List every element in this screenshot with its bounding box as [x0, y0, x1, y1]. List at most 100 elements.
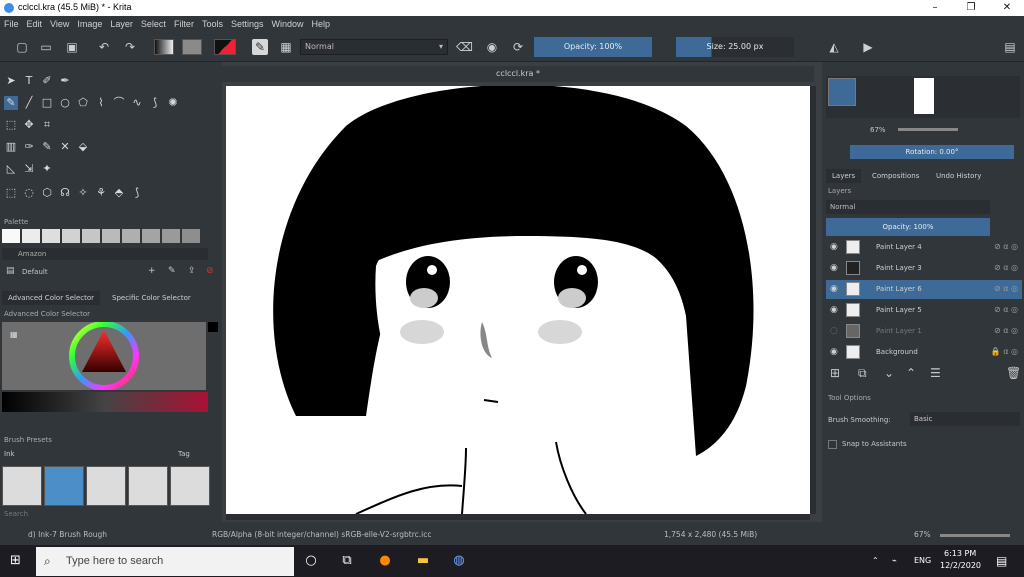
tray-time[interactable]: 6:13 PM — [944, 549, 976, 558]
overview-zoom-slider[interactable] — [898, 128, 958, 131]
bezier-tool-icon[interactable]: ⌒ — [112, 96, 126, 110]
move-down-icon[interactable]: ⌄ — [884, 366, 894, 380]
brush-search-input[interactable]: Search — [4, 510, 28, 518]
eye-icon[interactable]: ◉ — [830, 305, 838, 315]
brush-smoothing-select[interactable]: Basic — [910, 412, 1020, 426]
palette-swatch[interactable] — [122, 229, 140, 243]
maximize-button[interactable]: ❐ — [956, 0, 986, 16]
delete-icon[interactable]: ⊘ — [206, 266, 214, 276]
tab-layers[interactable]: Layers — [826, 169, 862, 183]
menu-settings[interactable]: Settings — [227, 16, 268, 32]
layer-blend-select[interactable]: Normal — [826, 200, 990, 214]
brush-preset-thumb[interactable] — [128, 466, 168, 506]
color-selector[interactable] — [2, 321, 206, 391]
network-icon[interactable]: ⌁ — [892, 556, 897, 565]
menu-help[interactable]: Help — [308, 16, 335, 32]
snap-checkbox[interactable] — [828, 440, 837, 449]
close-button[interactable]: ✕ — [992, 0, 1022, 16]
layer-flags-icon[interactable]: ⊘ α ◎ — [994, 326, 1018, 335]
canvas-vertical-scrollbar[interactable] — [810, 86, 816, 514]
menu-edit[interactable]: Edit — [23, 16, 47, 32]
smart-patch-icon[interactable]: ✎ — [40, 140, 54, 154]
zoom-slider[interactable] — [940, 534, 1010, 537]
palette-swatch[interactable] — [182, 229, 200, 243]
alpha-lock-icon[interactable]: ◉ — [484, 39, 500, 55]
grid-icon[interactable]: ▦ — [278, 39, 294, 55]
import-icon[interactable]: ⇪ — [188, 266, 196, 276]
freehand-brush-icon[interactable]: ✎ — [4, 96, 18, 110]
brush-tag-label[interactable]: Tag — [178, 450, 190, 458]
palette-swatch[interactable] — [102, 229, 120, 243]
transform-tool-icon[interactable]: ⬚ — [4, 118, 18, 132]
layer-row-selected[interactable]: ◉ Paint Layer 6 ⊘ α ◎ — [826, 280, 1022, 299]
palette-swatch[interactable] — [142, 229, 160, 243]
firefox-icon[interactable]: ● — [374, 551, 396, 571]
notification-icon[interactable]: ▤ — [996, 554, 1007, 568]
overview-panel[interactable] — [826, 76, 1020, 118]
move-tool-icon[interactable]: ✥ — [22, 118, 36, 132]
tab-compositions[interactable]: Compositions — [866, 169, 925, 183]
menu-select[interactable]: Select — [137, 16, 170, 32]
file-explorer-icon[interactable]: ▬ — [412, 551, 434, 571]
polyline-tool-icon[interactable]: ⌇ — [94, 96, 108, 110]
menu-file[interactable]: File — [0, 16, 23, 32]
layer-properties-icon[interactable]: ☰ — [930, 366, 941, 380]
workspace-icon[interactable]: ▤ — [1002, 39, 1018, 55]
brush-preset-thumb-selected[interactable] — [44, 466, 84, 506]
brush-size-slider[interactable]: Size: 25.00 px — [676, 37, 794, 57]
new-document-icon[interactable]: ▢ — [14, 39, 30, 55]
add-icon[interactable]: + — [148, 266, 156, 276]
taskbar-search-input[interactable]: Type here to search — [36, 547, 294, 576]
crop-tool-icon[interactable]: ⌗ — [40, 118, 54, 132]
menu-image[interactable]: Image — [73, 16, 106, 32]
brush-preset-thumb[interactable] — [86, 466, 126, 506]
canvas[interactable] — [226, 86, 810, 514]
shade-selector[interactable] — [2, 392, 208, 412]
similar-select-icon[interactable]: ⚘ — [94, 186, 108, 200]
layer-row[interactable]: ○ Paint Layer 1 ⊘ α ◎ — [826, 322, 1022, 341]
redo-icon[interactable]: ↷ — [122, 39, 138, 55]
freehand-path-icon[interactable]: ∿ — [130, 96, 144, 110]
measure-tool-icon[interactable]: ◺ — [4, 162, 18, 176]
brush-filter-select[interactable]: Ink — [4, 450, 15, 458]
tab-undo-history[interactable]: Undo History — [930, 169, 987, 183]
layer-opacity-slider[interactable]: Opacity: 100% — [826, 218, 990, 236]
eye-hidden-icon[interactable]: ○ — [830, 326, 838, 336]
color-wheel[interactable] — [2, 321, 206, 391]
task-view-icon[interactable]: ⧉ — [336, 551, 358, 571]
save-icon[interactable]: ▣ — [64, 39, 80, 55]
current-color-swatch[interactable] — [208, 322, 218, 332]
canvas-horizontal-scrollbar[interactable] — [226, 514, 810, 520]
layer-row[interactable]: ◉ Background 🔒 α ◎ — [826, 343, 1022, 362]
brush-preset-thumb[interactable] — [2, 466, 42, 506]
eye-icon[interactable]: ◉ — [830, 263, 838, 273]
tray-language[interactable]: ENG — [914, 556, 931, 565]
palette-swatch[interactable] — [2, 229, 20, 243]
brush-opacity-slider[interactable]: Opacity: 100% — [534, 37, 652, 57]
assistant-tool-icon[interactable]: ✕ — [58, 140, 72, 154]
add-layer-icon[interactable]: ⊞ — [830, 366, 840, 380]
windows-start-icon[interactable]: ⊞ — [10, 553, 21, 568]
pan-tool-icon[interactable]: ✦ — [40, 162, 54, 176]
line-tool-icon[interactable]: ╱ — [22, 96, 36, 110]
minimize-button[interactable]: – — [920, 0, 950, 16]
palette-swatch[interactable] — [42, 229, 60, 243]
rotation-slider[interactable]: Rotation: 0.00° — [850, 145, 1014, 159]
rectangle-tool-icon[interactable]: □ — [40, 96, 54, 110]
polygon-select-icon[interactable]: ⬡ — [40, 186, 54, 200]
tray-date[interactable]: 12/2/2020 — [940, 561, 981, 570]
menu-window[interactable]: Window — [267, 16, 307, 32]
layer-flags-icon[interactable]: ⊘ α ◎ — [994, 263, 1018, 272]
magnetic-select-icon[interactable]: ⟆ — [130, 186, 144, 200]
layer-row[interactable]: ◉ Paint Layer 4 ⊘ α ◎ — [826, 238, 1022, 257]
layer-row[interactable]: ◉ Paint Layer 5 ⊘ α ◎ — [826, 301, 1022, 320]
fg-bg-color-swatch[interactable] — [214, 39, 236, 55]
reload-icon[interactable]: ⟳ — [510, 39, 526, 55]
palette-swatch[interactable] — [162, 229, 180, 243]
freehand-select-icon[interactable]: ☊ — [58, 186, 72, 200]
document-tab[interactable]: cclccl.kra * — [222, 66, 814, 82]
text-tool-icon[interactable]: T — [22, 74, 36, 88]
open-folder-icon[interactable]: ▭ — [38, 39, 54, 55]
palette-swatch[interactable] — [22, 229, 40, 243]
layer-row[interactable]: ◉ Paint Layer 3 ⊘ α ◎ — [826, 259, 1022, 278]
